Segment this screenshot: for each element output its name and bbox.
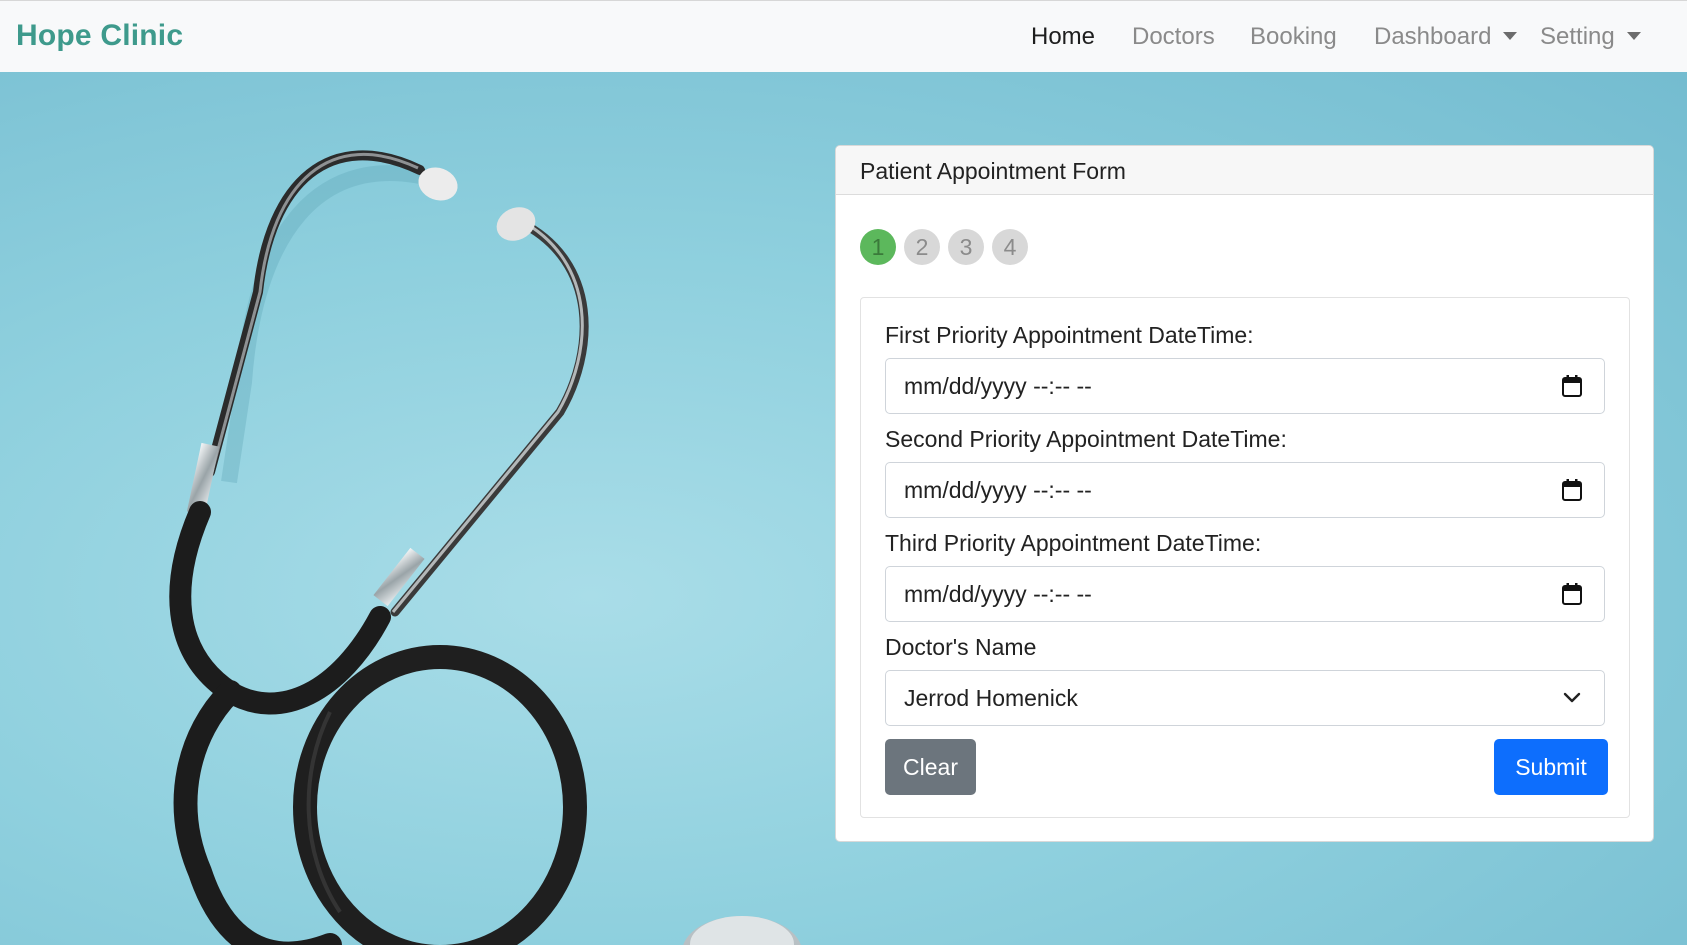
- page: Hope Clinic Home Doctors Booking Dashboa…: [0, 0, 1687, 945]
- third-priority-label: Third Priority Appointment DateTime:: [885, 530, 1262, 556]
- nav-item-booking[interactable]: Booking: [1250, 23, 1337, 51]
- calendar-icon[interactable]: [1562, 375, 1582, 397]
- first-priority-value: mm/dd/yyyy --:-- --: [904, 373, 1092, 399]
- step-3[interactable]: 3: [948, 229, 984, 265]
- calendar-icon[interactable]: [1562, 479, 1582, 501]
- submit-button[interactable]: Submit: [1494, 739, 1608, 795]
- third-priority-datetime-input[interactable]: mm/dd/yyyy --:-- --: [885, 566, 1605, 622]
- nav-item-home[interactable]: Home: [1031, 23, 1095, 51]
- first-priority-label: First Priority Appointment DateTime:: [885, 322, 1254, 348]
- doctor-name-selected: Jerrod Homenick: [904, 685, 1078, 711]
- form-body: First Priority Appointment DateTime: mm/…: [860, 297, 1630, 818]
- step-1[interactable]: 1: [860, 229, 896, 265]
- doctor-name-label: Doctor's Name: [885, 634, 1037, 660]
- second-priority-label: Second Priority Appointment DateTime:: [885, 426, 1287, 452]
- nav-item-setting-label: Setting: [1540, 23, 1615, 50]
- second-priority-datetime-input[interactable]: mm/dd/yyyy --:-- --: [885, 462, 1605, 518]
- nav-item-dashboard-label: Dashboard: [1374, 23, 1492, 50]
- first-priority-datetime-input[interactable]: mm/dd/yyyy --:-- --: [885, 358, 1605, 414]
- calendar-icon[interactable]: [1562, 583, 1582, 605]
- clear-button[interactable]: Clear: [885, 739, 976, 795]
- step-2[interactable]: 2: [904, 229, 940, 265]
- navbar: Hope Clinic Home Doctors Booking Dashboa…: [0, 0, 1687, 72]
- brand-logo[interactable]: Hope Clinic: [16, 19, 183, 53]
- step-4[interactable]: 4: [992, 229, 1028, 265]
- chevron-down-icon: [1563, 692, 1581, 703]
- caret-down-icon: [1626, 32, 1641, 40]
- caret-down-icon: [1503, 32, 1518, 40]
- nav-item-setting[interactable]: Setting: [1540, 23, 1641, 51]
- appointment-form-card: Patient Appointment Form 1 2 3 4 First P…: [835, 145, 1654, 842]
- form-title: Patient Appointment Form: [836, 146, 1653, 195]
- nav-item-dashboard[interactable]: Dashboard: [1374, 23, 1518, 51]
- third-priority-value: mm/dd/yyyy --:-- --: [904, 581, 1092, 607]
- nav-item-doctors[interactable]: Doctors: [1132, 23, 1215, 51]
- second-priority-value: mm/dd/yyyy --:-- --: [904, 477, 1092, 503]
- doctor-name-select[interactable]: Jerrod Homenick: [885, 670, 1605, 726]
